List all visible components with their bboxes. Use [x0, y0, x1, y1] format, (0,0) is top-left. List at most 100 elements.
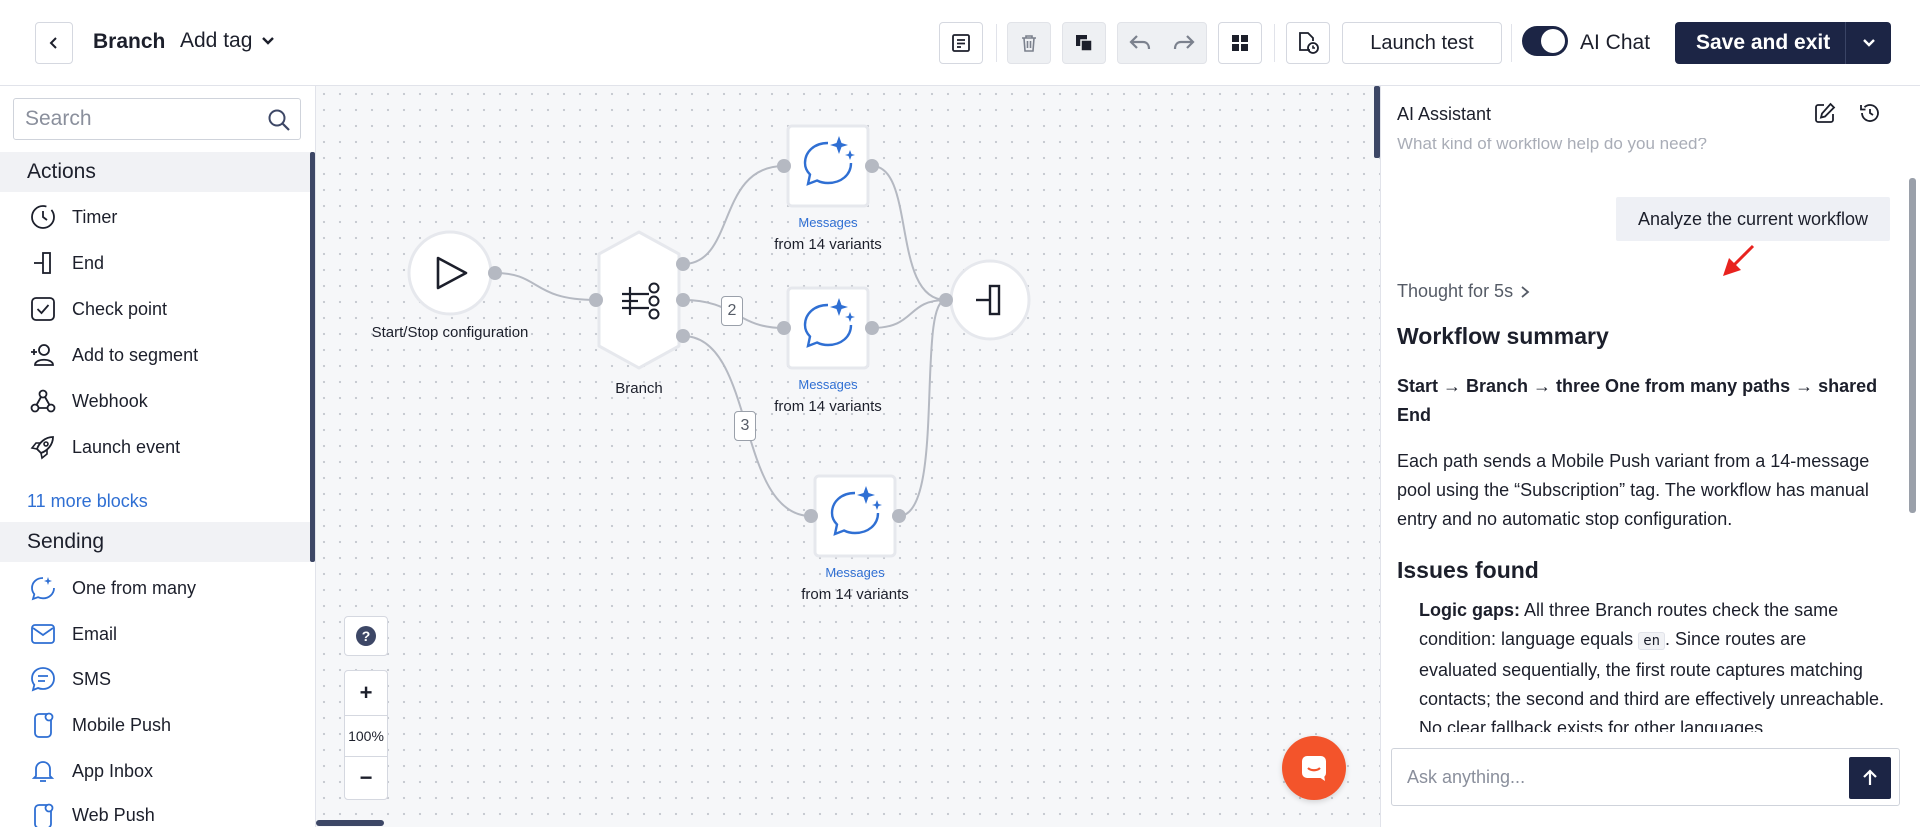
launch-test-button[interactable]: Launch test	[1342, 22, 1502, 64]
toolbar-divider	[1511, 24, 1512, 62]
add-tag-dropdown[interactable]: Add tag	[180, 29, 276, 53]
end-icon	[34, 252, 51, 274]
block-email[interactable]: Email	[0, 612, 310, 656]
node-end[interactable]	[939, 259, 1031, 341]
ai-assistant-panel: What kind of workflow help do you need? …	[1380, 86, 1920, 827]
app-inbox-icon	[31, 761, 55, 782]
msg2-type: Messages	[798, 377, 858, 392]
msg1-type: Messages	[798, 215, 858, 230]
node-start[interactable]	[407, 230, 502, 316]
block-label: App Inbox	[72, 760, 154, 781]
save-exit-button[interactable]: Save and exit	[1675, 22, 1891, 64]
blocks-sidebar: Actions Timer End Check point Add to seg…	[0, 86, 316, 827]
delete-button[interactable]	[1007, 22, 1051, 64]
grid-icon	[1232, 35, 1248, 51]
edge-label-route-3[interactable]: 3	[734, 411, 756, 441]
edge-branch-msg1	[682, 165, 785, 265]
block-mobile-push[interactable]: Mobile Push	[0, 703, 310, 747]
workflow-canvas[interactable]: Start/Stop configuration Branch Messages…	[316, 86, 1380, 827]
node-msg2[interactable]	[777, 286, 879, 370]
send-button[interactable]	[1849, 757, 1891, 799]
zoom-level: 100%	[344, 715, 388, 757]
node-msg3[interactable]	[804, 474, 906, 558]
add-segment-icon	[31, 344, 54, 366]
block-end[interactable]: End	[0, 241, 310, 285]
section-sending[interactable]: Sending	[0, 522, 310, 562]
chevron-down-icon	[262, 37, 275, 45]
undo-icon	[1129, 35, 1151, 50]
toggle-knob	[1541, 29, 1565, 53]
block-web-push[interactable]: Web Push	[0, 793, 310, 827]
msg3-label: from 14 variants	[801, 586, 909, 603]
red-arrow-annotation	[1723, 244, 1755, 276]
ai-panel-title: AI Assistant	[1397, 104, 1492, 124]
block-label: Webhook	[72, 390, 148, 411]
thought-toggle[interactable]: Thought for 5s	[1397, 281, 1531, 302]
chat-history-button[interactable]	[1857, 100, 1883, 126]
node-msg1[interactable]	[777, 124, 879, 208]
history-icon	[1860, 104, 1879, 122]
chat-support-button[interactable]	[1282, 736, 1346, 800]
redo-button[interactable]	[1162, 33, 1206, 53]
block-label: One from many	[72, 577, 197, 598]
copy-button[interactable]	[1062, 22, 1106, 64]
issue-title: Logic gaps:	[1419, 600, 1521, 620]
block-label: SMS	[72, 668, 112, 689]
help-button[interactable]: ?	[344, 616, 388, 656]
search-icon[interactable]	[267, 108, 291, 132]
undo-button[interactable]	[1118, 33, 1162, 53]
search-input[interactable]	[14, 99, 254, 139]
copy-icon	[1076, 35, 1093, 52]
edge-label-route-2[interactable]: 2	[721, 296, 743, 326]
issues-heading: Issues found	[1397, 557, 1539, 583]
block-timer[interactable]: Timer	[0, 195, 310, 239]
block-app-inbox[interactable]: App Inbox	[0, 749, 310, 793]
email-icon	[31, 624, 55, 644]
section-actions[interactable]: Actions	[0, 152, 310, 192]
ai-chat-toggle[interactable]	[1522, 26, 1568, 56]
block-webhook[interactable]: Webhook	[0, 379, 310, 423]
page-title: Branch	[93, 30, 166, 53]
node-branch[interactable]	[589, 230, 690, 370]
launch-event-icon	[30, 436, 54, 460]
block-label: Timer	[72, 206, 118, 227]
arrow-up-icon	[1863, 769, 1877, 785]
summary-text: Each path sends a Mobile Push variant fr…	[1397, 451, 1870, 529]
chevron-left-icon	[49, 37, 57, 49]
new-chat-button[interactable]	[1812, 100, 1838, 126]
block-label: Email	[72, 623, 118, 644]
ai-chat-label: AI Chat	[1580, 31, 1651, 54]
block-launch-event[interactable]: Launch event	[0, 425, 310, 469]
toolbar-divider	[1274, 24, 1275, 62]
chevron-right-icon	[1521, 285, 1530, 298]
trash-icon	[1022, 35, 1036, 52]
save-exit-label: Save and exit	[1696, 31, 1831, 54]
block-label: Web Push	[72, 804, 155, 825]
layout-button[interactable]	[1218, 22, 1262, 64]
sms-icon	[31, 667, 55, 692]
add-tag-label: Add tag	[180, 29, 253, 52]
issue-code: en	[1638, 632, 1666, 650]
ask-input[interactable]	[1392, 749, 1832, 805]
start-node-label: Start/Stop configuration	[371, 324, 529, 341]
sidebar-scrollbar[interactable]	[310, 152, 315, 562]
canvas-horizontal-scrollbar[interactable]	[316, 820, 384, 826]
block-label: Check point	[72, 298, 168, 319]
notes-button[interactable]	[939, 22, 983, 64]
block-one-from-many[interactable]: One from many	[0, 566, 310, 610]
block-add-to-segment[interactable]: Add to segment	[0, 333, 310, 377]
back-button[interactable]	[35, 22, 73, 64]
more-blocks-link[interactable]: 11 more blocks	[27, 491, 148, 512]
zoom-in-button[interactable]: +	[344, 671, 388, 715]
one-from-many-icon	[31, 577, 55, 601]
user-message: Analyze the current workflow	[1616, 197, 1890, 241]
history-file-button[interactable]	[1286, 22, 1330, 64]
msg3-type: Messages	[825, 565, 885, 580]
block-sms[interactable]: SMS	[0, 657, 310, 701]
ai-panel-scrollbar[interactable]	[1909, 178, 1916, 513]
block-label: Add to segment	[72, 344, 199, 365]
zoom-out-button[interactable]: −	[344, 757, 388, 799]
block-check-point[interactable]: Check point	[0, 287, 310, 331]
ai-panel-header: AI Assistant	[1381, 86, 1920, 138]
save-options-dropdown[interactable]	[1845, 22, 1891, 64]
